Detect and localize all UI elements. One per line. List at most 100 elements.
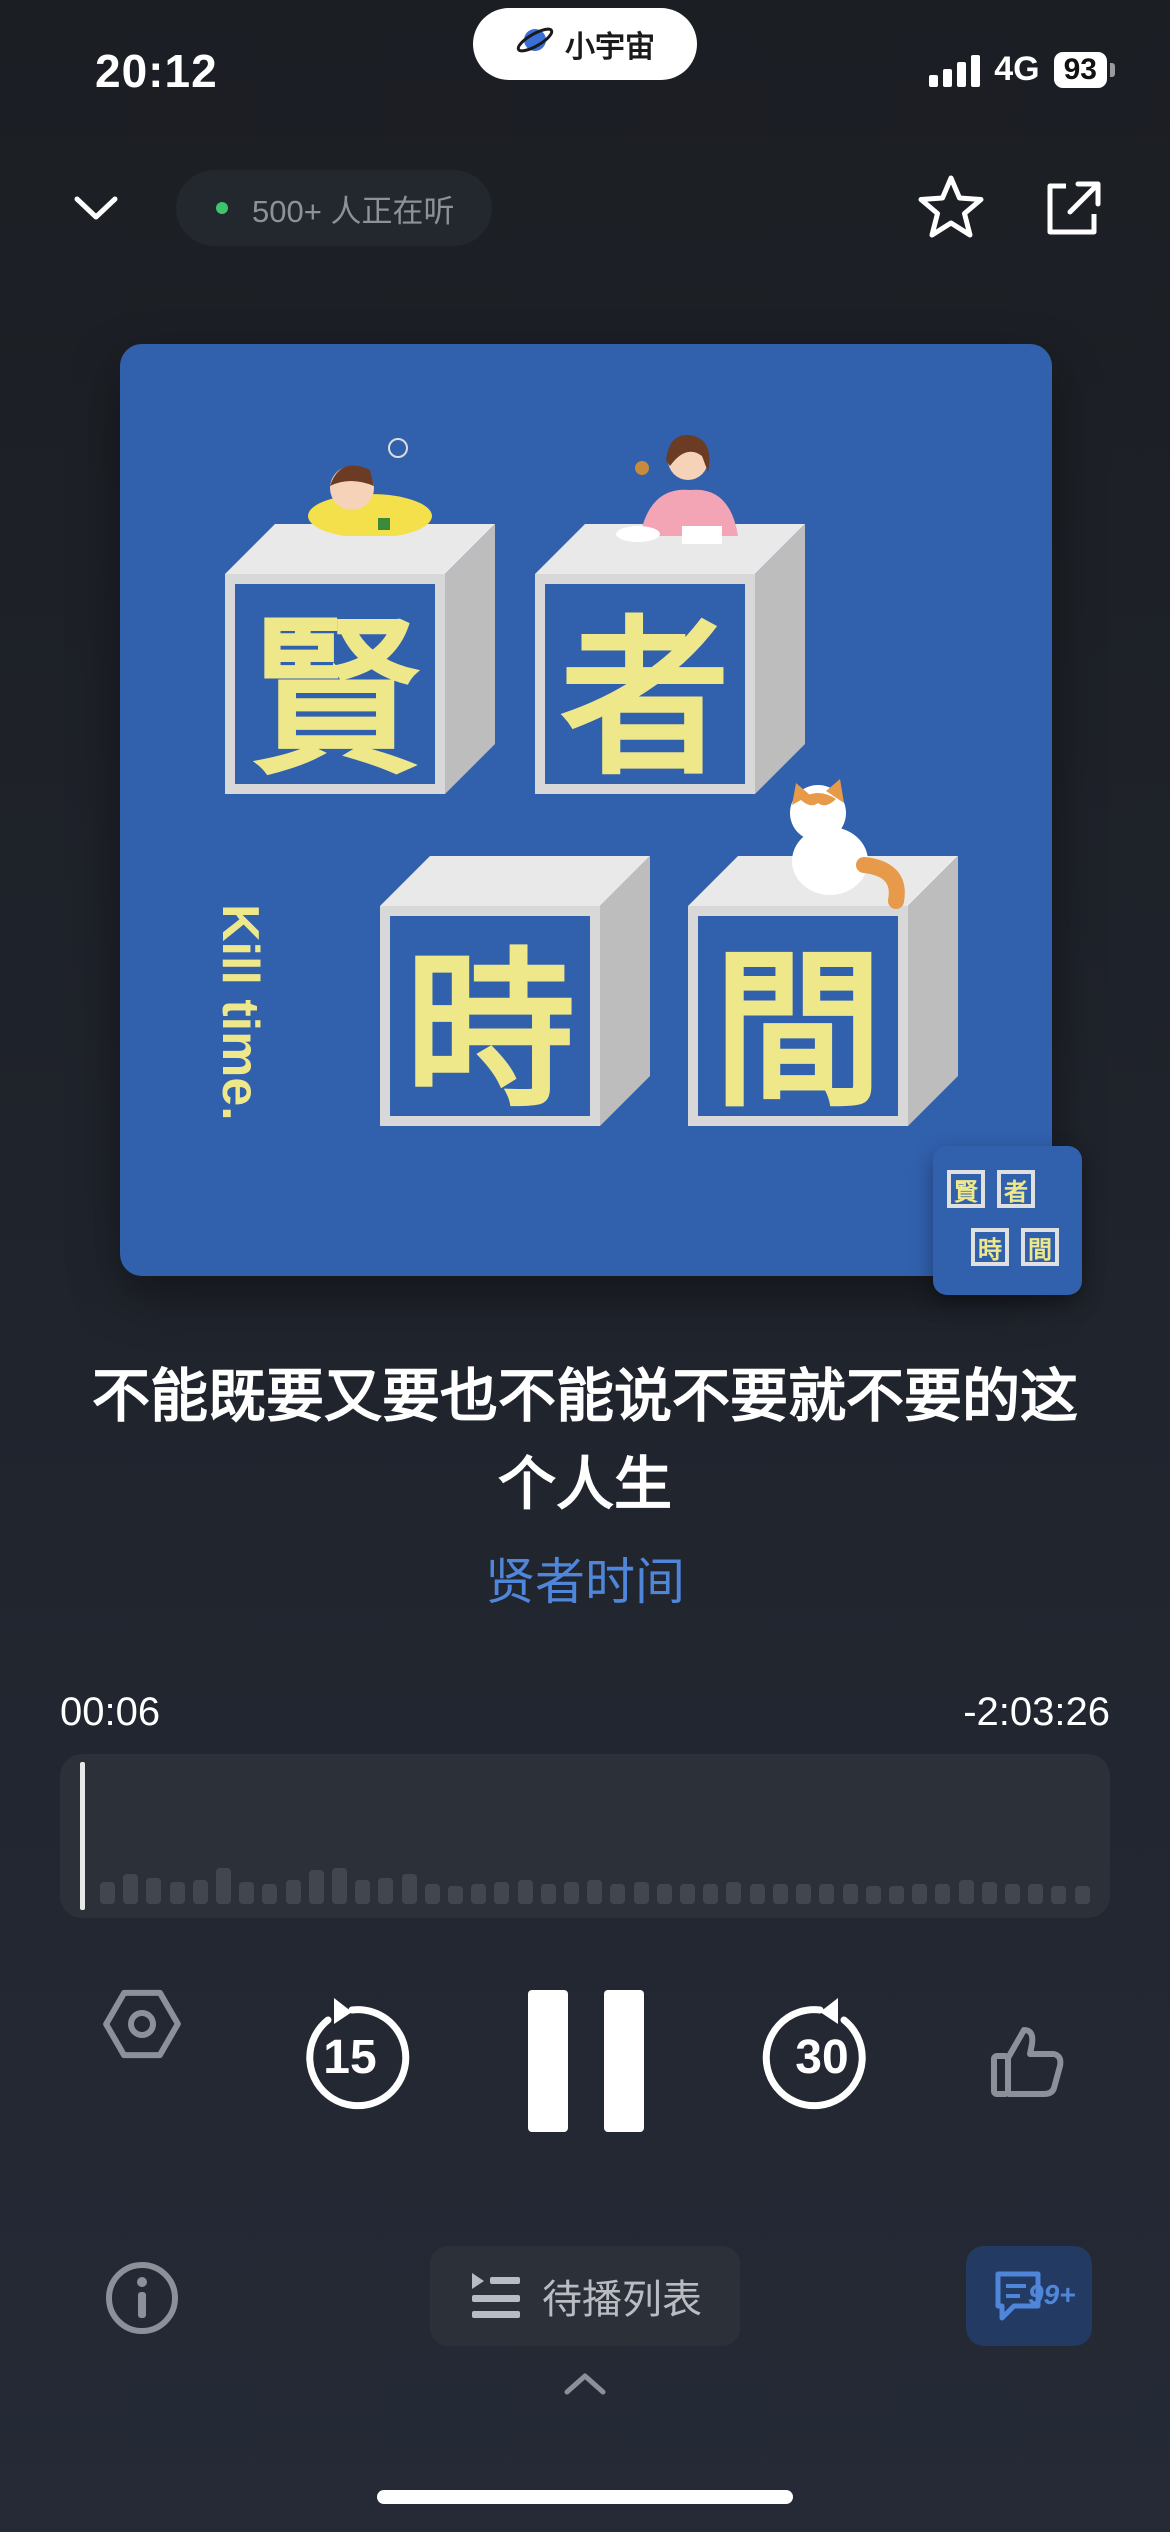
network-type: 4G xyxy=(994,50,1040,88)
chevron-down-icon xyxy=(74,196,118,220)
waveform-bar xyxy=(587,1880,603,1904)
signal-icon xyxy=(929,53,981,87)
elapsed-time: 00:06 xyxy=(60,1690,161,1734)
waveform-scrubber[interactable] xyxy=(60,1754,1110,1918)
waveform-bar xyxy=(1074,1886,1090,1904)
queue-label: 待播列表 xyxy=(542,2277,702,2323)
waveform-bar xyxy=(401,1874,417,1904)
waveform-bar xyxy=(1004,1884,1020,1904)
app-island[interactable]: 小宇宙 xyxy=(473,8,697,80)
waveform-bar xyxy=(1051,1886,1067,1904)
waveform-bar xyxy=(656,1884,672,1904)
cover-char-4: 間 xyxy=(698,916,898,1131)
cover-block-3: 時 xyxy=(380,856,650,1131)
waveform-bar xyxy=(749,1884,765,1904)
sleeping-person-illustration xyxy=(308,438,432,536)
waveform-bar xyxy=(192,1880,208,1904)
share-button[interactable] xyxy=(1036,172,1108,244)
status-indicators: 4G 93 xyxy=(929,50,1115,89)
waveform-bar xyxy=(355,1880,371,1904)
waveform-bar xyxy=(239,1882,255,1904)
cover-char-3: 時 xyxy=(390,916,590,1131)
waveform-bar xyxy=(819,1884,835,1904)
waveform-bar xyxy=(564,1882,580,1904)
planet-icon xyxy=(515,20,555,68)
waveform-bar xyxy=(146,1878,162,1904)
podcast-thumbnail[interactable]: 賢 者 時 間 xyxy=(933,1146,1082,1295)
podcast-cover-art: 賢 者 時 間 Kill time. xyxy=(120,344,1052,1276)
status-time: 20:12 xyxy=(95,45,218,97)
forward-30-button[interactable]: 30 xyxy=(762,1998,882,2118)
waveform-bar xyxy=(285,1880,301,1904)
waveform-bar xyxy=(935,1884,951,1904)
eating-person-illustration xyxy=(616,435,738,544)
podcast-name-link[interactable]: 贤者时间 xyxy=(0,1542,1170,1614)
listeners-text: 500+ 人正在听 xyxy=(252,193,455,229)
comment-count: 99+ xyxy=(1028,2279,1076,2310)
waveform-bar xyxy=(100,1882,115,1904)
waveform-bar xyxy=(888,1886,904,1904)
cover-char-2: 者 xyxy=(545,584,745,799)
cover-block-2: 者 xyxy=(535,524,805,799)
cover-char-1: 賢 xyxy=(235,584,435,799)
waveform-bar xyxy=(424,1884,440,1904)
waveform-bar xyxy=(448,1886,464,1904)
waveform-bars xyxy=(100,1834,1090,1904)
waveform-bar xyxy=(680,1884,696,1904)
rewind-seconds: 15 xyxy=(323,2031,377,2084)
waveform-bar xyxy=(517,1880,533,1904)
remaining-time: -2:03:26 xyxy=(963,1690,1110,1734)
settings-button[interactable] xyxy=(98,1980,186,2068)
playlist-icon xyxy=(472,2273,520,2318)
cover-block-1: 賢 xyxy=(225,524,495,799)
favorite-button[interactable] xyxy=(915,172,987,244)
info-button[interactable] xyxy=(104,2260,180,2336)
home-indicator[interactable] xyxy=(377,2490,793,2504)
waveform-bar xyxy=(378,1878,394,1904)
waveform-bar xyxy=(703,1884,719,1904)
episode-title: 不能既要又要也不能说不要就不要的这个人生 xyxy=(91,1362,1078,1518)
waveform-bar xyxy=(216,1868,232,1904)
pause-button[interactable] xyxy=(525,1990,647,2132)
thumb-char-2: 者 xyxy=(1001,1174,1031,1206)
collapse-button[interactable] xyxy=(68,180,124,236)
waveform-bar xyxy=(958,1880,974,1904)
hexagon-settings-icon xyxy=(103,1989,181,2059)
live-dot-icon xyxy=(216,202,228,214)
like-button[interactable] xyxy=(984,2018,1072,2106)
waveform-bar xyxy=(540,1884,556,1904)
thumbs-up-icon xyxy=(991,2027,1064,2097)
queue-button[interactable]: 待播列表 xyxy=(430,2246,740,2346)
waveform-bar xyxy=(772,1884,788,1904)
forward-seconds: 30 xyxy=(795,2031,849,2084)
rewind-15-button[interactable]: 15 xyxy=(290,1998,410,2118)
battery-icon: 93 xyxy=(1053,51,1115,88)
expand-button[interactable] xyxy=(563,2368,607,2398)
waveform-bar xyxy=(912,1884,928,1904)
waveform-bar xyxy=(981,1882,997,1904)
thumb-char-1: 賢 xyxy=(951,1174,981,1206)
waveform-bar xyxy=(471,1884,487,1904)
waveform-bar xyxy=(842,1884,858,1904)
playhead[interactable] xyxy=(80,1762,85,1910)
thumb-char-4: 間 xyxy=(1025,1232,1055,1264)
cat-illustration xyxy=(790,779,905,909)
waveform-bar xyxy=(332,1868,348,1904)
pause-bar-right xyxy=(604,1990,644,2132)
waveform-bar xyxy=(262,1884,278,1904)
waveform-bar xyxy=(169,1882,185,1904)
waveform-bar xyxy=(308,1870,324,1904)
waveform-bar xyxy=(123,1874,139,1904)
waveform-bar xyxy=(610,1884,626,1904)
battery-level: 93 xyxy=(1053,51,1107,88)
island-label: 小宇宙 xyxy=(565,31,655,64)
waveform-bar xyxy=(865,1886,881,1904)
comments-button[interactable]: 99+ xyxy=(966,2246,1092,2346)
cover-side-text: Kill time. xyxy=(211,904,269,1121)
waveform-bar xyxy=(633,1882,649,1904)
chevron-up-icon xyxy=(564,2373,606,2395)
pause-bar-left xyxy=(528,1990,568,2132)
star-icon xyxy=(918,175,984,238)
info-icon xyxy=(106,2262,178,2334)
thumb-char-3: 時 xyxy=(975,1232,1005,1264)
